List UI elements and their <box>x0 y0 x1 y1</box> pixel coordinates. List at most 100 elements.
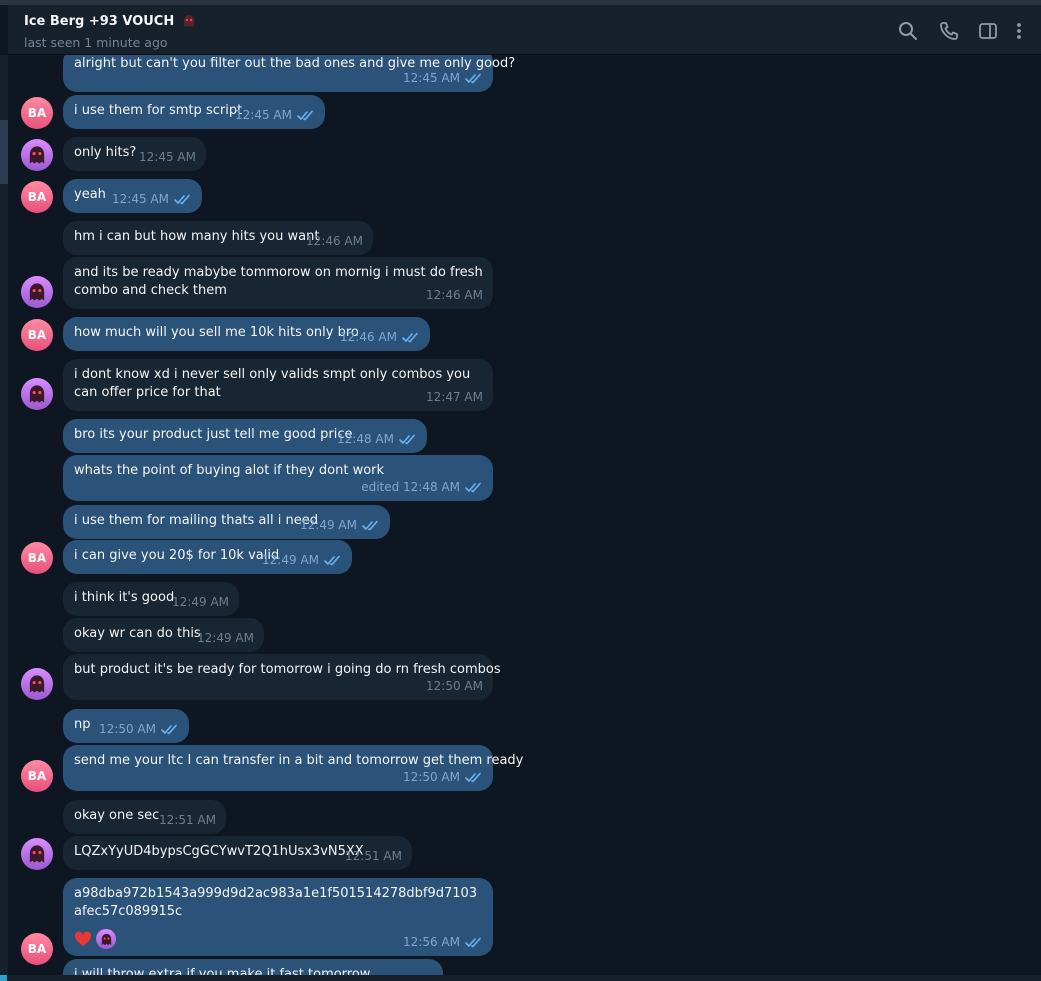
message-text: bro its your product just tell me good p… <box>74 427 353 442</box>
read-checkmarks-icon <box>465 772 481 782</box>
search-icon[interactable] <box>897 20 919 42</box>
message-time: 12:48 AM <box>337 432 394 446</box>
message-bubble-incoming[interactable]: hm i can but how many hits you want 12:4… <box>63 221 373 255</box>
last-seen-status: last seen 1 minute ago <box>24 35 168 50</box>
message-meta: 12:45 AM <box>112 190 192 208</box>
avatar-ghost[interactable] <box>21 139 53 171</box>
message-meta: 12:45 AM <box>235 106 315 124</box>
chat-title[interactable]: Ice Berg +93 VOUCH <box>24 14 196 32</box>
message-bubble-outgoing[interactable]: alright but can't you filter out the bad… <box>63 55 515 92</box>
read-checkmarks-icon <box>465 482 481 492</box>
message-bubble-outgoing[interactable]: yeah 12:45 AM <box>63 179 202 213</box>
message-time: 12:49 AM <box>262 553 319 567</box>
message-bubble-incoming[interactable]: but product it's be ready for tomorrow i… <box>63 654 501 700</box>
message-text: yeah <box>74 187 106 202</box>
message-time: 12:46 AM <box>426 288 483 302</box>
left-panel-edge <box>0 55 8 981</box>
message-bubble-incoming[interactable]: only hits? 12:45 AM <box>63 137 206 171</box>
avatar-ba[interactable]: BA <box>21 542 53 574</box>
message-time: edited 12:48 AM <box>361 480 460 494</box>
message-meta: 12:50 AM <box>426 677 483 695</box>
message-bubble-incoming[interactable]: i dont know xd i never sell only valids … <box>63 359 493 411</box>
message-text: how much will you sell me 10k hits only … <box>74 325 359 340</box>
message-meta: 12:50 AM <box>403 768 483 786</box>
read-checkmarks-icon <box>362 520 378 530</box>
read-checkmarks-icon <box>174 194 190 204</box>
message-text: i use them for smtp script <box>74 103 243 118</box>
message-meta: 12:51 AM <box>159 811 216 829</box>
avatar-ghost[interactable] <box>21 668 53 700</box>
message-meta: 12:47 AM <box>426 388 483 406</box>
message-bubble-incoming[interactable]: i think it's good 12:49 AM <box>63 582 239 616</box>
message-meta: edited 12:48 AM <box>361 478 483 496</box>
heart-reaction-icon[interactable] <box>74 931 92 947</box>
message-text: and its be ready mabybe tommorow on morn… <box>74 265 483 298</box>
message-bubble-outgoing[interactable]: whats the point of buying alot if they d… <box>63 455 493 501</box>
message-bubble-outgoing[interactable]: i can give you 20$ for 10k valid 12:49 A… <box>63 540 352 574</box>
message-bubble-incoming[interactable]: okay wr can do this 12:49 AM <box>63 618 264 652</box>
sidebar-toggle-icon[interactable] <box>977 20 999 42</box>
ghost-avatar-icon <box>29 283 45 301</box>
message-meta: 12:45 AM <box>139 148 196 166</box>
read-checkmarks-icon <box>465 937 481 947</box>
message-time: 12:50 AM <box>99 722 156 736</box>
read-checkmarks-icon <box>324 555 340 565</box>
message-text: i think it's good <box>74 590 175 605</box>
avatar-ghost[interactable] <box>21 276 53 308</box>
read-checkmarks-icon <box>399 434 415 444</box>
avatar-ba[interactable]: BA <box>21 933 53 965</box>
message-meta: 12:50 AM <box>99 720 179 738</box>
read-checkmarks-icon <box>465 73 481 83</box>
read-checkmarks-icon <box>161 724 177 734</box>
composer-edge <box>8 975 1041 981</box>
message-time: 12:49 AM <box>197 631 254 645</box>
message-bubble-outgoing[interactable]: send me your ltc I can transfer in a bit… <box>63 745 523 791</box>
ghost-avatar-icon <box>29 845 45 863</box>
message-text: np <box>74 717 91 732</box>
avatar-ba[interactable]: BA <box>21 760 53 792</box>
message-time: 12:45 AM <box>139 150 196 164</box>
message-time: 12:49 AM <box>300 518 357 532</box>
reaction-ghost-avatar-icon <box>96 929 116 949</box>
message-meta: 12:45 AM <box>403 69 483 87</box>
message-time: 12:51 AM <box>345 849 402 863</box>
avatar-ba[interactable]: BA <box>21 181 53 213</box>
message-time: 12:45 AM <box>112 192 169 206</box>
message-meta: 12:51 AM <box>345 847 402 865</box>
message-time: 12:46 AM <box>306 234 363 248</box>
message-text: i use them for mailing thats all i need <box>74 513 318 528</box>
message-time: 12:51 AM <box>159 813 216 827</box>
message-bubble-outgoing[interactable]: i use them for mailing thats all i need … <box>63 505 390 539</box>
message-bubble-outgoing[interactable]: i use them for smtp script 12:45 AM <box>63 95 325 129</box>
message-text: i dont know xd i never sell only valids … <box>74 367 471 400</box>
avatar-ghost[interactable] <box>21 838 53 870</box>
message-list[interactable]: alright but can't you filter out the bad… <box>8 55 1041 981</box>
avatar-ba[interactable]: BA <box>21 319 53 351</box>
chat-title-text: Ice Berg +93 VOUCH <box>24 14 175 29</box>
message-reactions[interactable] <box>74 929 116 949</box>
message-bubble-incoming[interactable]: and its be ready mabybe tommorow on morn… <box>63 257 493 309</box>
message-bubble-outgoing[interactable]: a98dba972b1543a999d9d2ac983a1e1f50151427… <box>63 878 493 956</box>
ghost-avatar-icon <box>29 385 45 403</box>
message-time: 12:50 AM <box>403 770 460 784</box>
read-checkmarks-icon <box>402 332 418 342</box>
chat-header[interactable]: Ice Berg +93 VOUCH last seen 1 minute ag… <box>8 5 1041 55</box>
message-bubble-incoming[interactable]: okay one sec 12:51 AM <box>63 800 226 834</box>
message-bubble-outgoing[interactable]: bro its your product just tell me good p… <box>63 419 427 453</box>
message-time: 12:50 AM <box>426 679 483 693</box>
message-bubble-outgoing[interactable]: how much will you sell me 10k hits only … <box>63 317 430 351</box>
message-meta: 12:56 AM <box>403 933 483 951</box>
message-meta: 12:49 AM <box>172 593 229 611</box>
message-meta: 12:48 AM <box>337 430 417 448</box>
message-time: 12:49 AM <box>172 595 229 609</box>
message-bubble-outgoing[interactable]: np 12:50 AM <box>63 709 189 743</box>
phone-icon[interactable] <box>938 20 960 42</box>
message-meta: 12:49 AM <box>262 551 342 569</box>
avatar-ba[interactable]: BA <box>21 97 53 129</box>
message-time: 12:45 AM <box>403 71 460 85</box>
more-vertical-icon[interactable] <box>1012 20 1026 42</box>
message-meta: 12:46 AM <box>306 232 363 250</box>
message-meta: 12:46 AM <box>426 286 483 304</box>
message-bubble-incoming[interactable]: LQZxYyUD4bypsCgGCYwvT2Q1hUsx3vN5XX 12:51… <box>63 836 412 870</box>
avatar-ghost[interactable] <box>21 378 53 410</box>
